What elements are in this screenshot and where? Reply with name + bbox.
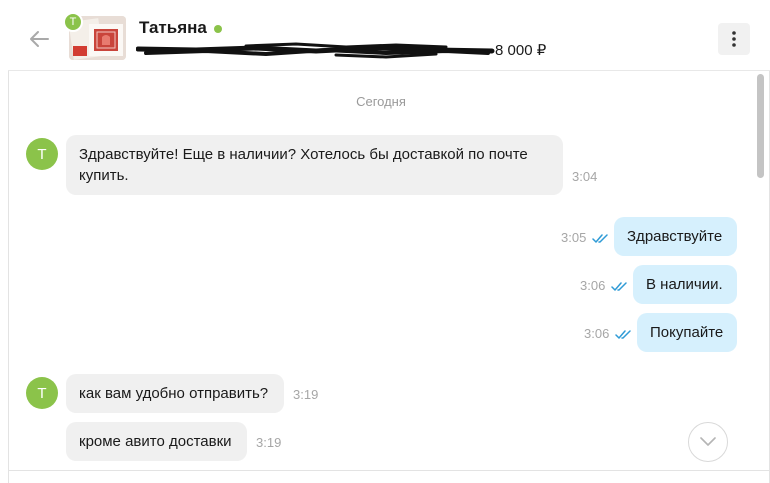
message-time: 3:06 — [584, 326, 610, 341]
thumbnail-avatar-badge: Т — [63, 12, 83, 32]
back-button[interactable] — [26, 26, 52, 52]
message-time: 3:19 — [256, 435, 282, 450]
redacted-item-title — [136, 42, 495, 59]
composer-divider — [8, 470, 770, 471]
date-separator: Сегодня — [356, 94, 406, 109]
message-time: 3:04 — [572, 169, 598, 184]
message-time: 3:05 — [561, 230, 587, 245]
scrollbar-thumb[interactable] — [757, 74, 764, 178]
message-bubble-incoming: Здравствуйте! Еще в наличии? Хотелось бы… — [66, 135, 563, 195]
more-vertical-icon — [732, 31, 736, 47]
message-text: В наличии. — [646, 276, 723, 293]
item-price: 8 000 ₽ — [495, 42, 547, 59]
message-bubble-incoming: как вам удобно отправить? — [66, 374, 284, 413]
double-check-icon — [611, 282, 627, 291]
message-time: 3:06 — [580, 278, 606, 293]
double-check-icon — [592, 234, 608, 243]
contact-name[interactable]: Татьяна — [139, 18, 207, 38]
message-text: Здравствуйте — [627, 228, 723, 245]
message-text-line2: купить. — [79, 167, 129, 184]
more-options-button[interactable] — [718, 23, 750, 55]
message-time: 3:19 — [293, 387, 319, 402]
double-check-icon — [615, 330, 631, 339]
message-bubble-outgoing: В наличии. — [633, 265, 737, 304]
message-text: кроме авито доставки — [79, 433, 232, 450]
chevron-down-icon — [700, 437, 716, 446]
message-bubble-incoming: кроме авито доставки — [66, 422, 247, 461]
sender-avatar[interactable]: Т — [26, 138, 58, 170]
sender-avatar[interactable]: Т — [26, 377, 58, 409]
back-arrow-icon — [30, 31, 49, 47]
message-text: Покупайте — [650, 324, 724, 341]
message-text-line1: Здравствуйте! Еще в наличии? Хотелось бы… — [79, 146, 528, 163]
chat-header: Т Татьяна 8 000 ₽ — [8, 6, 770, 71]
scroll-to-bottom-button[interactable] — [688, 422, 728, 462]
message-bubble-outgoing: Покупайте — [637, 313, 737, 352]
online-status-indicator — [214, 25, 222, 33]
message-text: как вам удобно отправить? — [79, 385, 269, 402]
message-bubble-outgoing: Здравствуйте — [614, 217, 737, 256]
